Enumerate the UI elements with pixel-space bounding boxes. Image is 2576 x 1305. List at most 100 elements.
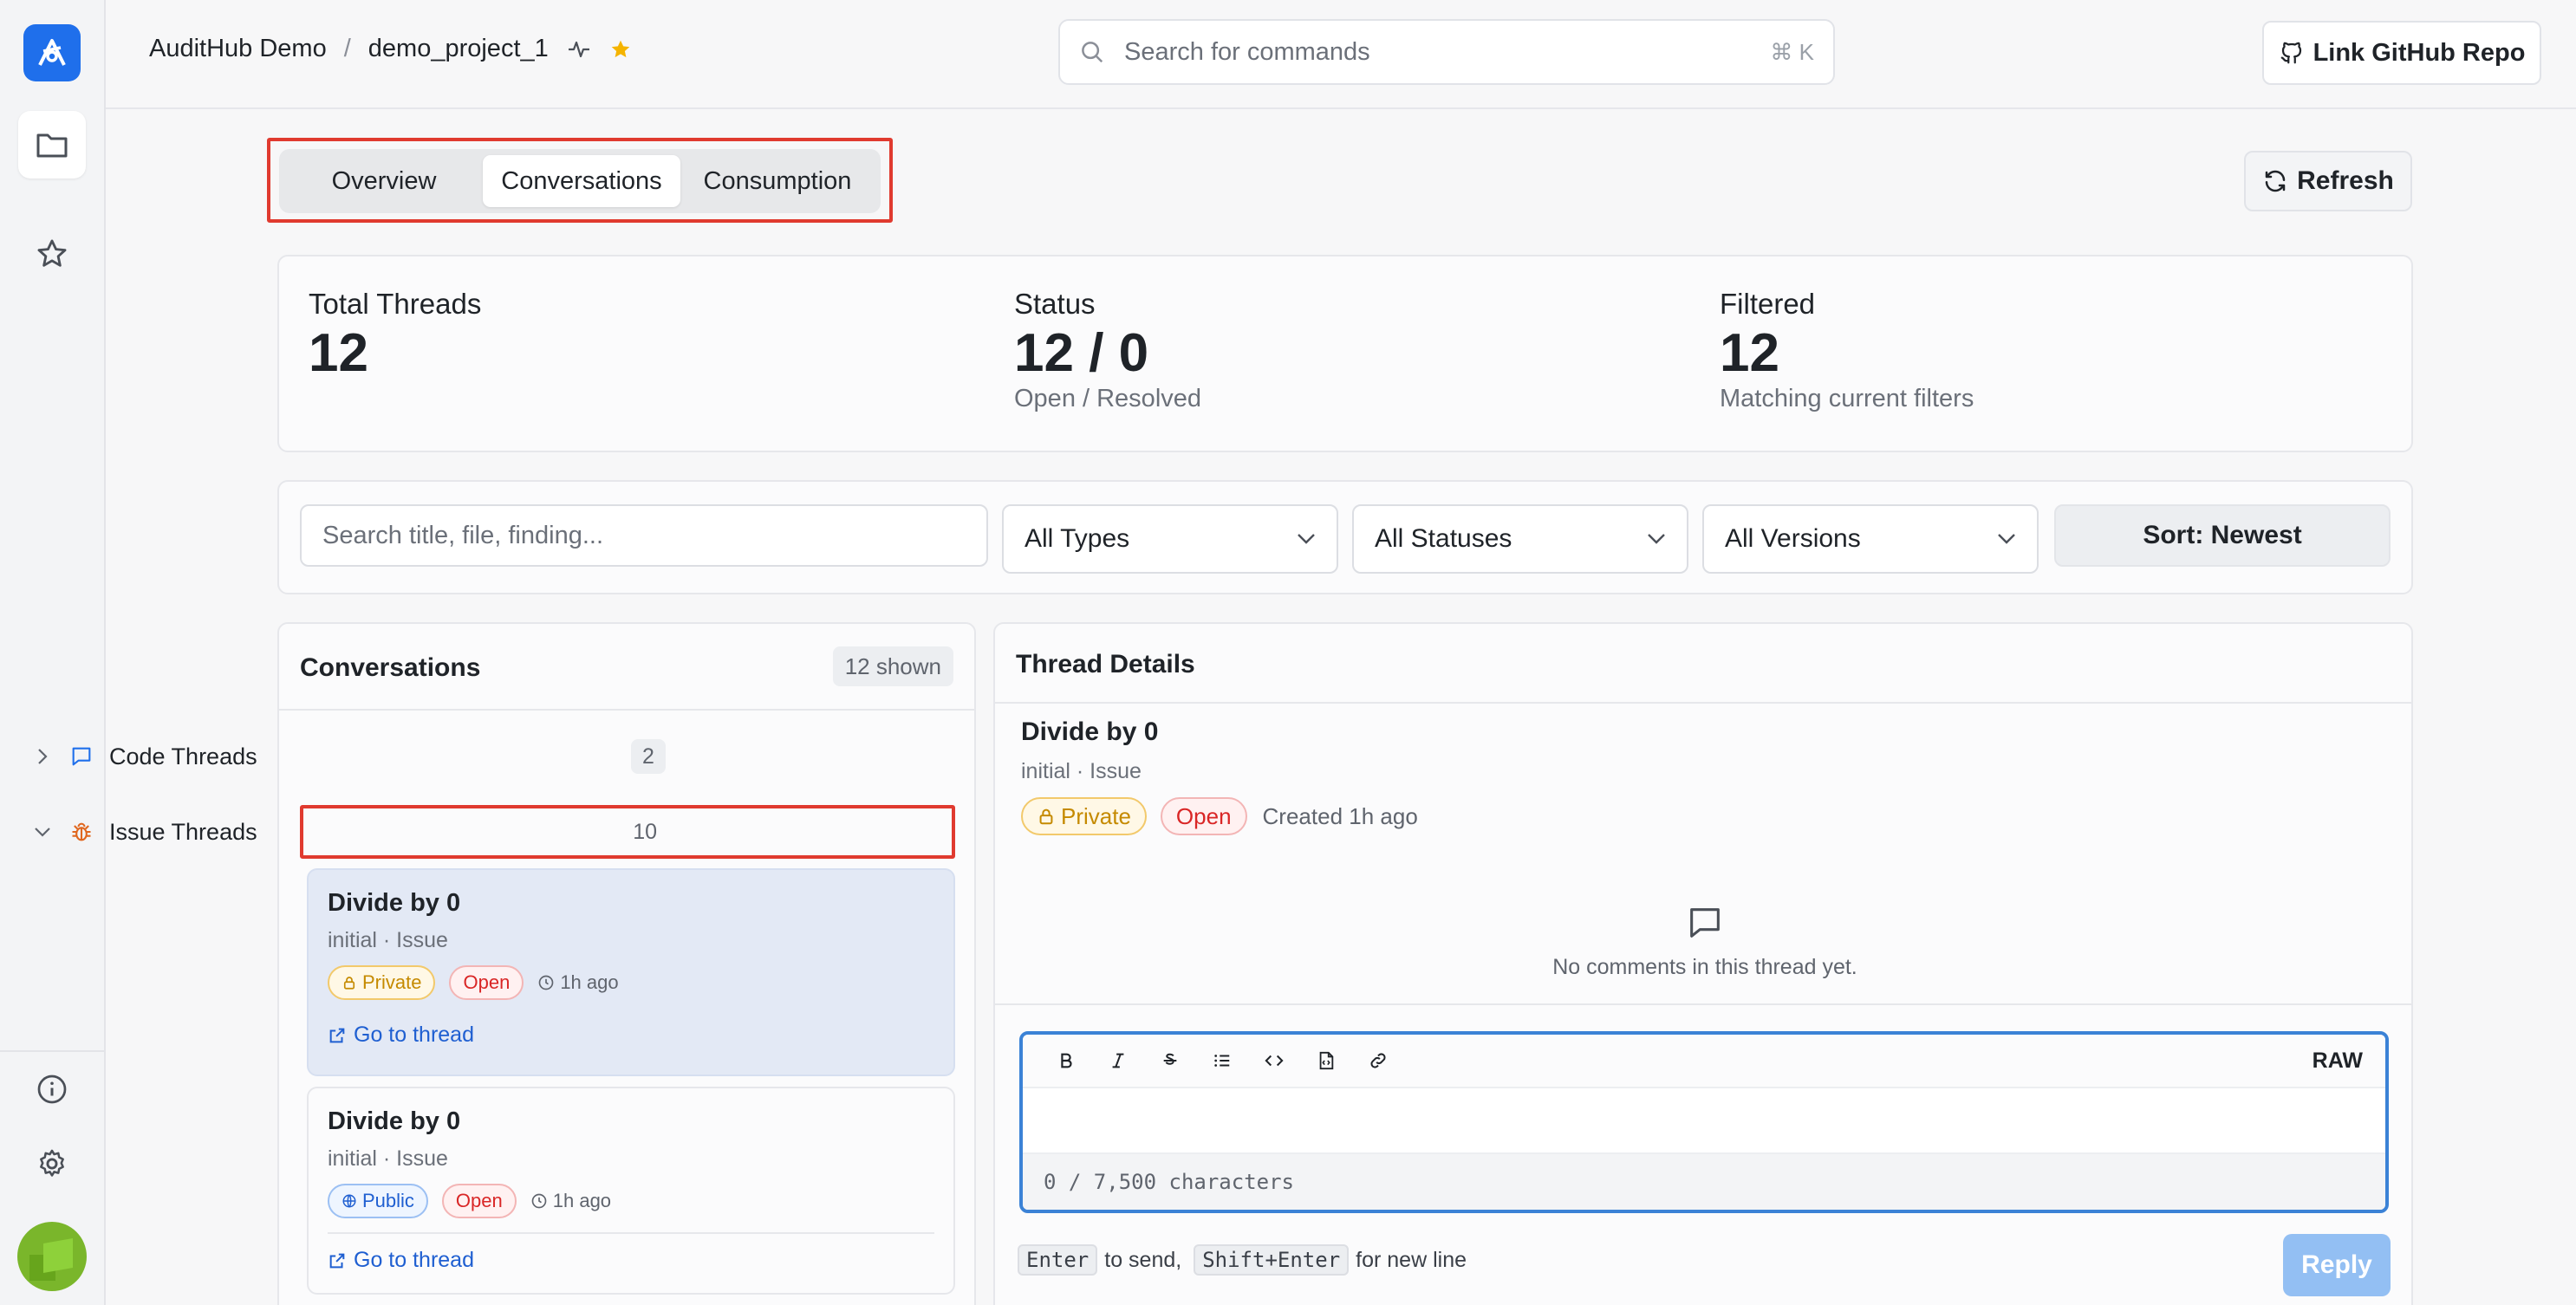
group-code-threads-label: Code Threads [109,743,257,769]
status-badge: Open [441,1184,517,1218]
status-badge: Open [449,965,524,1000]
clock-icon [531,1193,547,1209]
sidebar-info-button[interactable] [18,1055,86,1123]
status-select[interactable]: All Statuses [1352,504,1688,574]
thread-card-title: Divide by 0 [328,1107,461,1135]
breadcrumb-project[interactable]: demo_project_1 [368,35,549,63]
info-icon [37,1075,67,1104]
thread-search-placeholder: Search title, file, finding... [322,521,603,549]
group-code-threads[interactable]: Code Threads 2 [21,732,676,781]
tab-overview[interactable]: Overview [285,155,483,207]
sort-button[interactable]: Sort: Newest [2054,504,2391,567]
link-github-button[interactable]: Link GitHub Repo [2262,21,2541,85]
code-button[interactable] [1248,1040,1300,1081]
type-select[interactable]: All Types [1002,504,1338,574]
thread-card-time-label: 1h ago [552,1190,612,1211]
favorite-star-icon[interactable] [609,38,632,61]
thread-card-subtitle: initial · Issue [328,928,448,952]
conversations-title: Conversations [300,653,481,682]
view-tabs: Overview Conversations Consumption [279,149,881,213]
italic-button[interactable] [1092,1040,1144,1081]
shift-enter-key-hint: Shift+Enter [1194,1244,1350,1276]
group-issue-threads-label: Issue Threads [109,818,257,845]
external-link-icon [329,1028,345,1042]
thread-card-time-label: 1h ago [560,971,619,993]
tab-consumption[interactable]: Consumption [680,155,875,207]
sidebar-projects-button[interactable] [18,111,86,179]
list-button[interactable] [1196,1040,1248,1081]
thread-card[interactable]: Divide by 0 initial · Issue Public Open … [307,1087,955,1295]
link-button[interactable] [1352,1040,1404,1081]
stat-total-value: 12 [309,323,368,383]
lock-icon [1039,808,1053,825]
stat-filtered-sub: Matching current filters [1720,385,1974,413]
stat-filtered-value: 12 [1720,323,1779,383]
conversations-header: Conversations 12 shown [279,624,974,711]
command-search[interactable]: Search for commands ⌘ K [1058,19,1835,85]
visibility-badge: Public [328,1184,428,1218]
stat-filtered-label: Filtered [1720,288,1816,320]
link-icon [1370,1053,1386,1068]
sidebar-settings-button[interactable] [18,1130,86,1198]
lock-icon [343,977,355,990]
strikethrough-button[interactable] [1144,1040,1196,1081]
command-search-placeholder: Search for commands [1124,37,1370,66]
status-badge: Open [1160,797,1247,835]
thread-details-title: Thread Details [1016,650,1195,678]
thread-search-input[interactable]: Search title, file, finding... [300,504,988,567]
stat-status-sub: Open / Resolved [1014,385,1202,413]
go-to-thread-label: Go to thread [354,1023,474,1047]
details-divider [995,1003,2411,1005]
sidebar-favorites-button[interactable] [18,220,86,288]
code-icon [1265,1055,1284,1067]
go-to-thread-link[interactable]: Go to thread [328,1248,934,1273]
conversations-shown-count: 12 shown [832,646,953,686]
top-bar: AuditHub Demo / demo_project_1 Search fo… [106,0,2576,109]
star-icon [37,239,67,267]
code-file-button[interactable] [1300,1040,1352,1081]
shift-enter-hint-text: for new line [1356,1247,1467,1272]
app-logo[interactable] [23,24,81,81]
logo-icon [38,39,66,66]
empty-comments-message: No comments in this thread yet. [1552,955,1857,979]
folder-icon [36,133,68,158]
message-square-icon [1690,908,1720,938]
reply-button[interactable]: Reply [2283,1234,2391,1296]
go-to-thread-link[interactable]: Go to thread [328,1023,934,1048]
stat-total: Total Threads 12 [309,288,481,383]
italic-icon [1112,1053,1124,1068]
editor-toolbar: RAW [1023,1035,2385,1088]
user-avatar[interactable] [17,1222,87,1291]
comment-textarea[interactable] [1023,1088,2385,1152]
sidebar [0,0,106,1305]
stat-status: Status 12 / 0 Open / Resolved [1014,288,1201,413]
character-count: 0 / 7,500 characters [1023,1152,2385,1210]
chevron-down-icon [1998,534,2015,544]
bug-icon [72,822,91,841]
refresh-icon [2265,170,2286,192]
tab-conversations[interactable]: Conversations [482,155,680,207]
visibility-badge-label: Private [362,971,422,993]
visibility-badge-label: Public [362,1190,414,1211]
group-issue-threads[interactable]: Issue Threads 10 [21,808,676,856]
thread-card[interactable]: Divide by 0 initial · Issue Private Open… [307,868,955,1076]
version-select[interactable]: All Versions [1702,504,2039,574]
search-icon [1082,42,1103,63]
chevron-down-icon [1648,534,1665,544]
refresh-label: Refresh [2297,166,2394,195]
clock-icon [538,975,554,990]
thread-card-title: Divide by 0 [328,889,461,917]
raw-toggle[interactable]: RAW [2313,1049,2363,1074]
empty-comments: No comments in this thread yet. [995,903,2411,980]
sidebar-divider [0,1050,106,1052]
thread-details-header: Thread Details [995,624,2411,704]
bold-button[interactable] [1040,1040,1092,1081]
filter-bar: Search title, file, finding... All Types… [277,480,2413,594]
version-select-value: All Versions [1725,524,1861,553]
breadcrumb-org[interactable]: AuditHub Demo [149,35,327,63]
refresh-button[interactable]: Refresh [2244,151,2412,211]
chevron-down-icon [35,828,50,837]
comment-editor: RAW 0 / 7,500 characters [1019,1031,2389,1213]
github-icon [2280,42,2301,64]
activity-icon[interactable] [568,40,590,59]
